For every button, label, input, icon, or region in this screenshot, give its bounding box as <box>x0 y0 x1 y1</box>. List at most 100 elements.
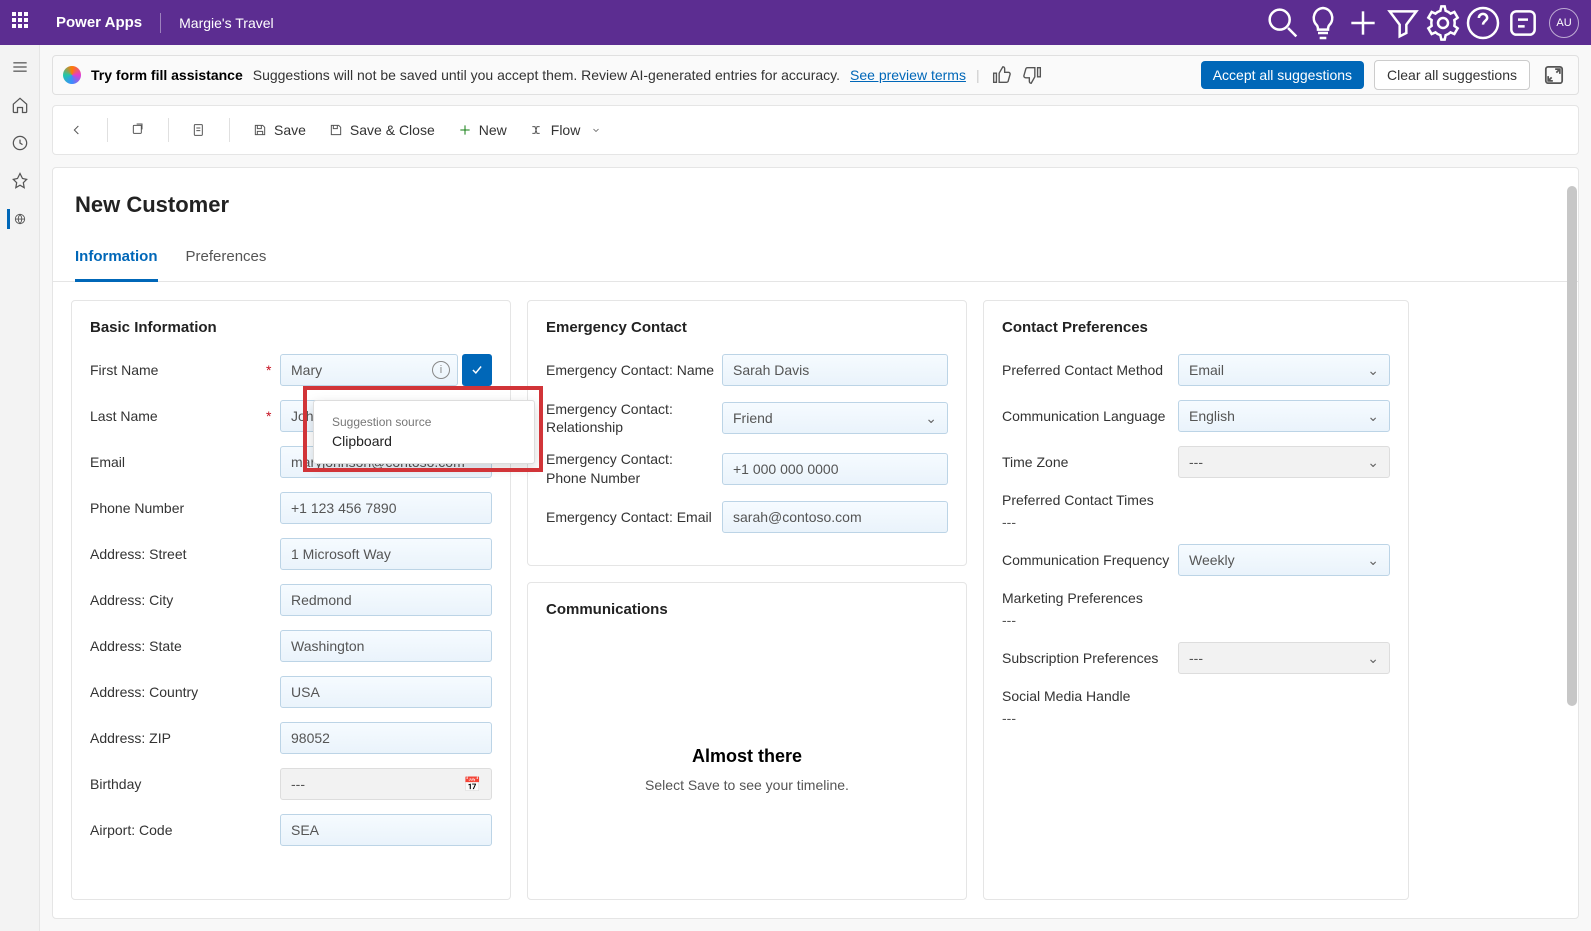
select-pref-tz[interactable]: ---⌄ <box>1178 446 1390 478</box>
label-ec-phone: Emergency Contact: Phone Number <box>546 450 716 486</box>
select-pref-lang[interactable]: English⌄ <box>1178 400 1390 432</box>
add-icon[interactable] <box>1343 0 1383 45</box>
clear-all-button[interactable]: Clear all suggestions <box>1374 60 1530 90</box>
flow-button[interactable]: Flow <box>529 122 603 138</box>
info-icon[interactable]: i <box>432 361 450 379</box>
notice-title: Try form fill assistance <box>91 67 243 83</box>
thumbs-down-icon[interactable] <box>1022 64 1044 86</box>
label-city: Address: City <box>90 592 260 608</box>
required-indicator: * <box>266 362 274 378</box>
input-country[interactable]: USA <box>280 676 492 708</box>
label-airport: Airport: Code <box>90 822 260 838</box>
save-label: Save <box>274 122 306 138</box>
accept-suggestion-button[interactable] <box>462 354 492 386</box>
select-pref-method[interactable]: Email⌄ <box>1178 354 1390 386</box>
app-launcher-icon[interactable] <box>12 12 34 34</box>
menu-icon[interactable] <box>10 57 30 77</box>
notice-message: Suggestions will not be saved until you … <box>253 67 840 83</box>
tooltip-value: Clipboard <box>332 433 516 449</box>
input-state[interactable]: Washington <box>280 630 492 662</box>
chevron-down-icon: ⌄ <box>1367 408 1379 425</box>
chevron-down-icon: ⌄ <box>1367 362 1379 379</box>
value-pref-marketing: --- <box>1002 612 1016 628</box>
chevron-down-icon: ⌄ <box>1367 454 1379 471</box>
form-fill-notice: Try form fill assistance Suggestions wil… <box>52 55 1579 95</box>
accept-all-button[interactable]: Accept all suggestions <box>1201 61 1364 89</box>
label-state: Address: State <box>90 638 260 654</box>
input-birthday[interactable]: ---📅 <box>280 768 492 800</box>
label-zip: Address: ZIP <box>90 730 260 746</box>
section-basic-info: Basic Information First Name* Mary i Las… <box>71 300 511 900</box>
section-contact-prefs: Contact Preferences Preferred Contact Me… <box>983 300 1409 900</box>
expand-notice-icon[interactable] <box>1540 61 1568 89</box>
scrollbar[interactable] <box>1567 282 1577 900</box>
left-nav-rail <box>0 45 40 931</box>
command-bar: Save Save & Close New Flow <box>52 105 1579 155</box>
page-container: New Customer Information Preferences Bas… <box>52 167 1579 919</box>
label-last-name: Last Name <box>90 408 260 424</box>
calendar-icon[interactable]: 📅 <box>464 776 481 793</box>
label-ec-email: Emergency Contact: Email <box>546 509 716 525</box>
input-ec-email[interactable]: sarah@contoso.com <box>722 501 948 533</box>
tab-information[interactable]: Information <box>75 248 158 282</box>
thumbs-up-icon[interactable] <box>990 64 1012 86</box>
save-close-label: Save & Close <box>350 122 435 138</box>
label-pref-subs: Subscription Preferences <box>1002 650 1172 666</box>
label-ec-relationship: Emergency Contact: Relationship <box>546 400 716 436</box>
chevron-down-icon: ⌄ <box>1367 552 1379 569</box>
input-airport[interactable]: SEA <box>280 814 492 846</box>
pin-icon[interactable] <box>10 171 30 191</box>
user-avatar[interactable]: AU <box>1549 8 1579 38</box>
input-zip[interactable]: 98052 <box>280 722 492 754</box>
recent-icon[interactable] <box>10 133 30 153</box>
label-country: Address: Country <box>90 684 260 700</box>
form-tabs: Information Preferences <box>53 248 1578 282</box>
page-title: New Customer <box>75 192 1556 218</box>
flow-label: Flow <box>551 122 581 138</box>
tooltip-label: Suggestion source <box>332 415 516 429</box>
copilot-icon <box>63 66 81 84</box>
form-assist-icon[interactable] <box>191 122 207 138</box>
back-button[interactable] <box>69 122 85 138</box>
comms-empty-sub: Select Save to see your timeline. <box>566 777 928 793</box>
label-phone: Phone Number <box>90 500 260 516</box>
input-street[interactable]: 1 Microsoft Way <box>280 538 492 570</box>
suggestion-source-tooltip: Suggestion source Clipboard <box>313 400 535 464</box>
label-pref-method: Preferred Contact Method <box>1002 362 1172 378</box>
app-title: Power Apps <box>56 14 142 31</box>
assistant-icon[interactable] <box>1503 0 1543 45</box>
environment-name[interactable]: Margie's Travel <box>179 15 273 31</box>
section-emergency: Emergency Contact Emergency Contact: Nam… <box>527 300 967 566</box>
help-icon[interactable] <box>1463 0 1503 45</box>
save-close-button[interactable]: Save & Close <box>328 122 435 138</box>
value-pref-social: --- <box>1002 710 1016 726</box>
select-pref-subs[interactable]: ---⌄ <box>1178 642 1390 674</box>
globe-icon[interactable] <box>7 209 27 229</box>
column-middle: Emergency Contact Emergency Contact: Nam… <box>527 300 967 900</box>
search-icon[interactable] <box>1263 0 1303 45</box>
label-pref-marketing: Marketing Preferences <box>1002 590 1143 606</box>
home-icon[interactable] <box>10 95 30 115</box>
label-pref-tz: Time Zone <box>1002 454 1172 470</box>
section-title-comms: Communications <box>546 601 948 618</box>
comms-empty-heading: Almost there <box>566 746 928 767</box>
open-in-new-icon[interactable] <box>130 122 146 138</box>
input-ec-name[interactable]: Sarah Davis <box>722 354 948 386</box>
select-pref-freq[interactable]: Weekly⌄ <box>1178 544 1390 576</box>
preview-terms-link[interactable]: See preview terms <box>850 67 966 83</box>
new-button[interactable]: New <box>457 122 507 138</box>
settings-icon[interactable] <box>1423 0 1463 45</box>
input-phone[interactable]: +1 123 456 7890 <box>280 492 492 524</box>
select-ec-relationship[interactable]: Friend⌄ <box>722 402 948 434</box>
save-button[interactable]: Save <box>252 122 306 138</box>
filter-icon[interactable] <box>1383 0 1423 45</box>
label-pref-lang: Communication Language <box>1002 408 1172 424</box>
label-street: Address: Street <box>90 546 260 562</box>
required-indicator: * <box>266 408 274 424</box>
new-label: New <box>479 122 507 138</box>
input-city[interactable]: Redmond <box>280 584 492 616</box>
lightbulb-icon[interactable] <box>1303 0 1343 45</box>
input-ec-phone[interactable]: +1 000 000 0000 <box>722 453 948 485</box>
label-birthday: Birthday <box>90 776 260 792</box>
tab-preferences[interactable]: Preferences <box>186 248 267 281</box>
